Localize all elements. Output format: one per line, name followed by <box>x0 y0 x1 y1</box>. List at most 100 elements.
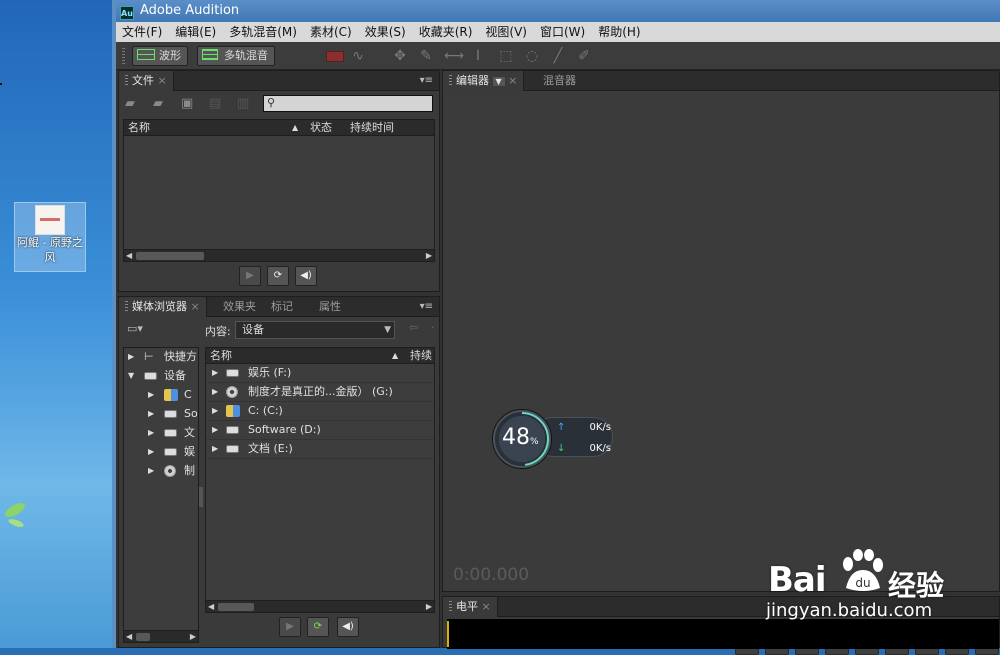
waveform-view-button[interactable]: 波形 <box>132 46 188 66</box>
expand-icon[interactable]: ▶ <box>148 405 154 423</box>
tab-media-browser[interactable]: 媒体浏览器 × <box>119 297 207 317</box>
expand-icon[interactable]: ▶ <box>148 443 154 461</box>
open-file-icon[interactable]: ▰ <box>125 96 135 111</box>
menu-window[interactable]: 窗口(W) <box>540 22 585 42</box>
scroll-left-icon[interactable]: ◀ <box>126 250 132 262</box>
time-selection-tool-icon[interactable]: I <box>470 48 486 64</box>
panel-menu-icon[interactable]: ▾≡ <box>420 71 433 90</box>
forward-arrow-icon[interactable]: · <box>431 321 435 334</box>
scroll-right-icon[interactable]: ▶ <box>426 250 432 262</box>
scroll-left-icon[interactable]: ◀ <box>208 601 214 613</box>
back-arrow-icon[interactable]: ⇦ <box>409 321 418 334</box>
media-play-button[interactable]: ▶ <box>279 617 301 637</box>
insert-icon[interactable]: ▤ <box>209 96 221 111</box>
drive-icon <box>144 372 157 380</box>
splitter-handle[interactable] <box>199 487 203 507</box>
auto-play-button[interactable]: ◀) <box>295 266 317 286</box>
media-loop-button[interactable]: ⟳ <box>307 617 329 637</box>
tree-item[interactable]: ▶ 文 <box>124 424 198 443</box>
menu-view[interactable]: 视图(V) <box>485 22 527 42</box>
menu-help[interactable]: 帮助(H) <box>598 22 640 42</box>
media-auto-play-button[interactable]: ◀) <box>337 617 359 637</box>
lasso-tool-icon[interactable]: ◌ <box>524 48 540 64</box>
loop-button[interactable]: ⟳ <box>267 266 289 286</box>
tree-horizontal-scrollbar[interactable]: ◀ ▶ <box>124 630 198 642</box>
menu-effects[interactable]: 效果(S) <box>365 22 406 42</box>
media-list-row[interactable]: ▶ C: (C:) <box>206 402 434 421</box>
play-button[interactable]: ▶ <box>239 266 261 286</box>
tree-item[interactable]: ▶ 制 <box>124 462 198 481</box>
media-list-row[interactable]: ▶ 制度才是真正的...金版） (G:) <box>206 383 434 402</box>
tab-files[interactable]: 文件 × <box>119 71 174 91</box>
spot-healing-tool-icon[interactable]: ✐ <box>576 48 592 64</box>
menu-edit[interactable]: 编辑(E) <box>175 22 216 42</box>
tree-item[interactable]: ▶ So <box>124 405 198 424</box>
menu-multitrack[interactable]: 多轨混音(M) <box>229 22 297 42</box>
expand-icon[interactable]: ▶ <box>212 440 218 458</box>
tab-mixer[interactable]: 混音器 <box>537 71 582 91</box>
menu-favorites[interactable]: 收藏夹(R) <box>419 22 473 42</box>
scrollbar-thumb[interactable] <box>218 603 254 611</box>
column-name[interactable]: 名称 <box>210 348 232 363</box>
tab-properties[interactable]: 属性 <box>313 297 347 317</box>
files-horizontal-scrollbar[interactable]: ◀ ▶ <box>124 249 434 261</box>
new-file-icon[interactable]: ▣ <box>181 96 193 111</box>
razor-tool-icon[interactable]: ✎ <box>418 48 434 64</box>
close-icon[interactable]: × <box>508 74 517 87</box>
close-icon[interactable]: × <box>158 74 167 87</box>
brush-tool-icon[interactable]: ╱ <box>550 48 566 64</box>
scrollbar-thumb[interactable] <box>136 633 150 641</box>
close-icon[interactable]: × <box>482 600 491 613</box>
media-list-row[interactable]: ▶ 文档 (E:) <box>206 440 434 459</box>
expand-icon[interactable]: ▶ <box>212 402 218 420</box>
column-duration[interactable]: 持续时间 <box>350 120 394 135</box>
shortcuts-icon[interactable]: ▭▾ <box>127 322 143 335</box>
tab-editor[interactable]: 编辑器 ▼ × <box>443 71 525 91</box>
column-duration[interactable]: 持续 <box>410 348 432 363</box>
tree-item[interactable]: ▶ ⊢ 快捷方 <box>124 348 198 367</box>
expand-icon[interactable]: ▶ <box>128 348 134 366</box>
import-file-icon[interactable]: ▰ <box>153 96 163 111</box>
multitrack-view-button[interactable]: 多轨混音 <box>197 46 275 66</box>
expand-icon[interactable]: ▶ <box>212 364 218 382</box>
scroll-left-icon[interactable]: ◀ <box>126 631 132 643</box>
menu-file[interactable]: 文件(F) <box>122 22 162 42</box>
tree-item[interactable]: ▼ 设备 <box>124 367 198 386</box>
marquee-tool-icon[interactable]: ⬚ <box>498 48 514 64</box>
collapse-icon[interactable]: ▼ <box>128 367 134 385</box>
tree-item[interactable]: ▶ C <box>124 386 198 405</box>
tab-markers[interactable]: 标记 <box>265 297 299 317</box>
title-bar[interactable]: Au Adobe Audition <box>116 0 1000 22</box>
scroll-right-icon[interactable]: ▶ <box>426 601 432 613</box>
move-tool-icon[interactable]: ✥ <box>392 48 408 64</box>
download-arrow-icon: ↓ <box>557 443 566 454</box>
expand-icon[interactable]: ▶ <box>148 462 154 480</box>
chevron-down-icon[interactable]: ▼ <box>492 77 505 86</box>
media-horizontal-scrollbar[interactable]: ◀ ▶ <box>206 600 434 612</box>
content-label: 内容: <box>205 325 231 338</box>
column-name[interactable]: 名称 <box>128 120 150 135</box>
network-speed-widget[interactable]: 48% ↑ 0K/s ↓ 0K/s <box>493 410 615 468</box>
scrollbar-thumb[interactable] <box>136 252 204 260</box>
panel-menu-icon[interactable]: ▾≡ <box>420 297 433 316</box>
desktop-file-icon[interactable]: 阿鲲 - 原野之风 <box>14 202 86 272</box>
tab-levels[interactable]: 电平 × <box>443 597 498 617</box>
expand-icon[interactable]: ▶ <box>148 386 154 404</box>
delete-icon[interactable]: ▥ <box>237 96 249 111</box>
close-icon[interactable]: × <box>191 300 200 313</box>
content-select[interactable]: 设备 ▼ <box>235 321 395 339</box>
media-list-row[interactable]: ▶ Software (D:) <box>206 421 434 440</box>
spectral-display-icon[interactable] <box>326 51 344 62</box>
files-search-input[interactable]: ⚲ <box>263 95 433 112</box>
tree-item[interactable]: ▶ 娱 <box>124 443 198 462</box>
pitch-display-icon[interactable]: ∿ <box>350 48 366 64</box>
slip-tool-icon[interactable]: ⟷ <box>444 48 464 64</box>
tab-effects-rack[interactable]: 效果夹 <box>217 297 262 317</box>
menu-clip[interactable]: 素材(C) <box>310 22 352 42</box>
media-list-row[interactable]: ▶ 娱乐 (F:) <box>206 364 434 383</box>
scroll-right-icon[interactable]: ▶ <box>190 631 196 643</box>
column-status[interactable]: 状态 <box>310 120 332 135</box>
expand-icon[interactable]: ▶ <box>148 424 154 442</box>
expand-icon[interactable]: ▶ <box>212 383 218 401</box>
expand-icon[interactable]: ▶ <box>212 421 218 439</box>
